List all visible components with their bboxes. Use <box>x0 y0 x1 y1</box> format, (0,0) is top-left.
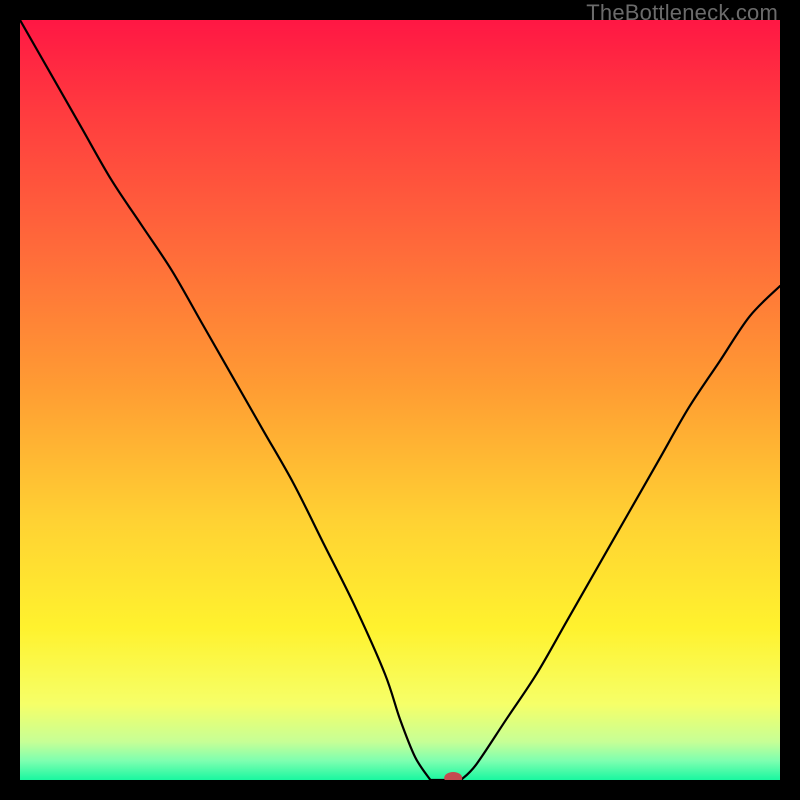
watermark-text: TheBottleneck.com <box>586 0 778 26</box>
bottleneck-chart <box>20 20 780 780</box>
gradient-background <box>20 20 780 780</box>
